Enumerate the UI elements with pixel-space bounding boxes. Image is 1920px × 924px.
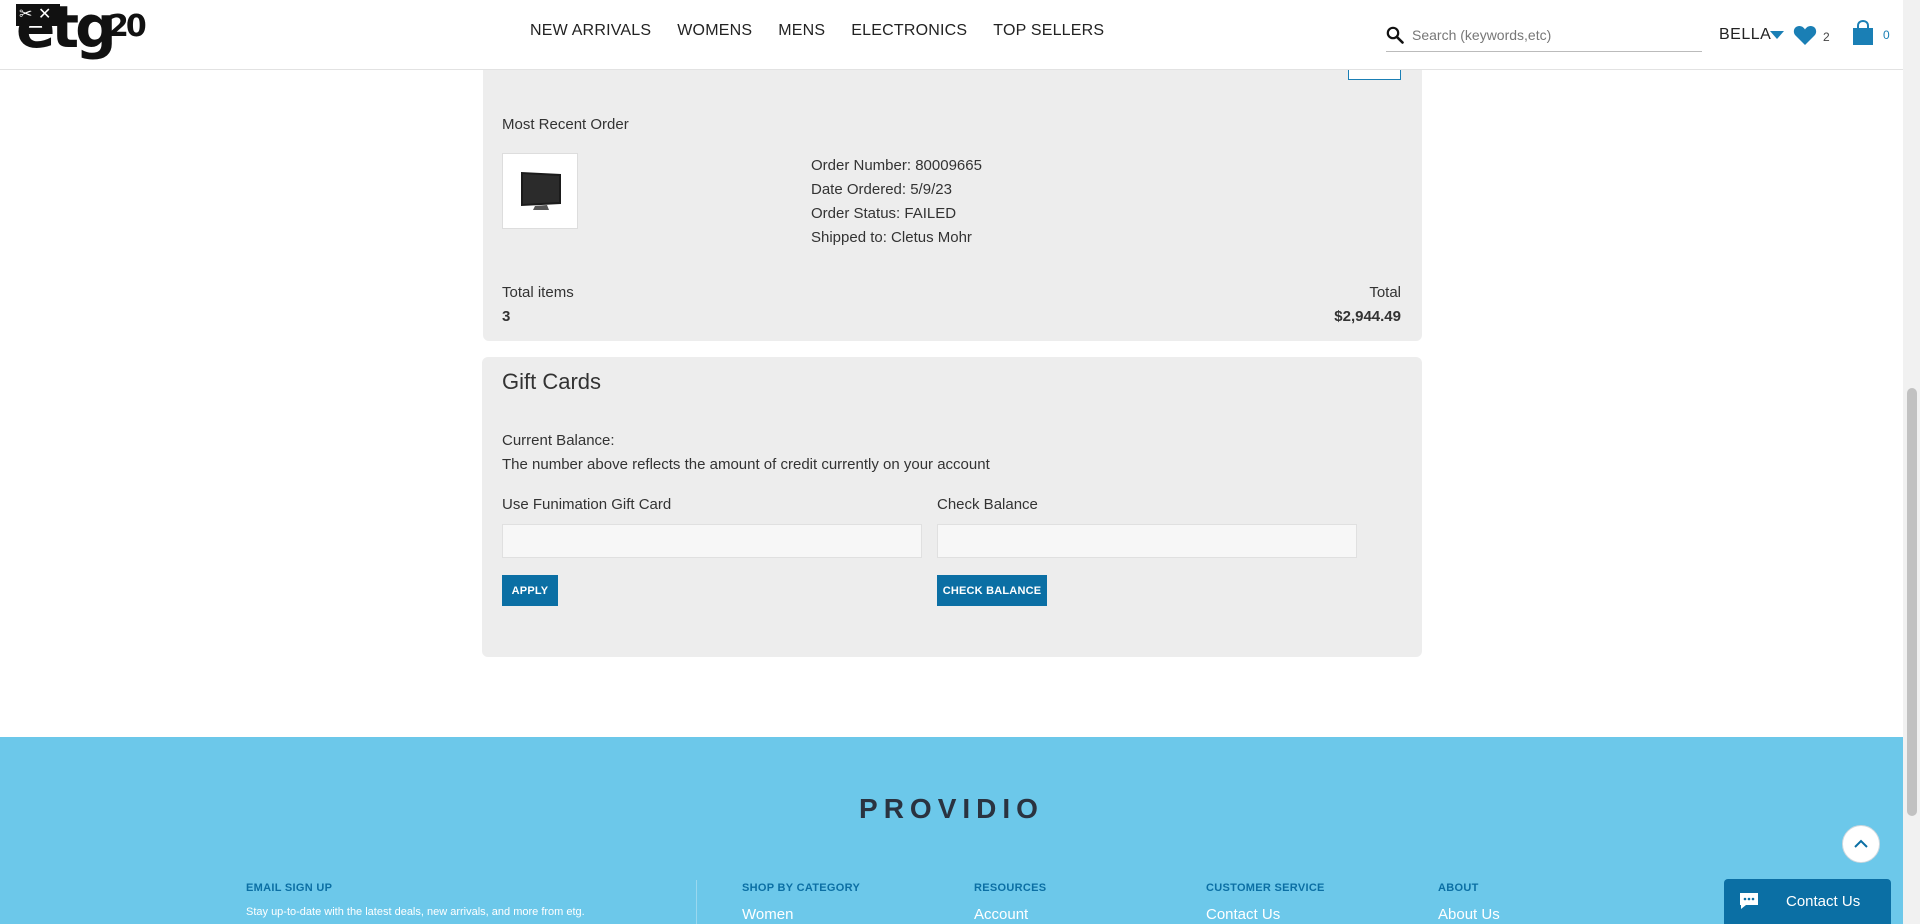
- devtools-icon[interactable]: ✂ ✕: [16, 4, 60, 26]
- footer-link-contact-us[interactable]: Contact Us: [1206, 906, 1280, 923]
- footer-link-account[interactable]: Account: [974, 906, 1028, 923]
- footer-divider: [696, 880, 697, 924]
- back-to-top-button[interactable]: [1842, 825, 1880, 863]
- footer-heading-shop: SHOP BY CATEGORY: [742, 882, 861, 894]
- chevron-down-icon[interactable]: [1770, 31, 1784, 39]
- nav-electronics[interactable]: ELECTRONICS: [851, 22, 967, 40]
- email-signup-heading: EMAIL SIGN UP: [246, 882, 333, 894]
- wishlist-count: 2: [1823, 30, 1830, 44]
- apply-button[interactable]: APPLY: [502, 575, 558, 606]
- check-balance-label: Check Balance: [937, 496, 1038, 513]
- email-signup-text: Stay up-to-date with the latest deals, n…: [246, 906, 585, 918]
- gift-card-code-input[interactable]: [502, 524, 922, 558]
- footer-heading-about: ABOUT: [1438, 882, 1479, 894]
- nav-womens[interactable]: WOMENS: [677, 22, 752, 40]
- search-input[interactable]: [1412, 24, 1692, 46]
- scrollbar-thumb[interactable]: [1907, 388, 1917, 816]
- account-name[interactable]: BELLA: [1719, 26, 1771, 44]
- chevron-up-icon: [1854, 839, 1868, 848]
- check-balance-button[interactable]: CHECK BALANCE: [937, 575, 1047, 606]
- order-details: Order Number: 80009665 Date Ordered: 5/9…: [811, 154, 982, 250]
- footer-link-women[interactable]: Women: [742, 906, 793, 923]
- tv-icon: [521, 172, 561, 210]
- heart-icon[interactable]: [1793, 24, 1817, 46]
- order-product-image[interactable]: [502, 153, 578, 229]
- chat-icon: [1740, 893, 1758, 909]
- footer-heading-resources: RESOURCES: [974, 882, 1047, 894]
- footer-link-about-us[interactable]: About Us: [1438, 906, 1500, 923]
- use-gift-card-label: Use Funimation Gift Card: [502, 496, 672, 513]
- cart-count: 0: [1883, 28, 1890, 42]
- balance-description: The number above reflects the amount of …: [502, 456, 990, 473]
- site-header: etg 20 ✂ ✕ NEW ARRIVALS WOMENS MENS ELECT…: [0, 0, 1903, 70]
- order-status: Order Status: FAILED: [811, 205, 957, 222]
- order-total-value: $2,944.49: [1334, 308, 1401, 325]
- contact-us-chat-button[interactable]: Contact Us: [1724, 879, 1891, 924]
- footer-brand: PROVIDIO: [859, 793, 1044, 824]
- most-recent-order-label: Most Recent Order: [502, 116, 629, 133]
- search-icon[interactable]: [1386, 26, 1404, 44]
- page-scrollbar[interactable]: [1903, 0, 1920, 924]
- contact-us-label: Contact Us: [1786, 893, 1861, 910]
- main-nav: NEW ARRIVALS WOMENS MENS ELECTRONICS TOP…: [530, 22, 1130, 40]
- site-footer: [0, 737, 1903, 924]
- order-total-label: Total: [1369, 284, 1401, 301]
- site-logo[interactable]: etg 20 ✂ ✕: [16, 0, 156, 66]
- nav-top-sellers[interactable]: TOP SELLERS: [993, 22, 1104, 40]
- current-balance-label: Current Balance:: [502, 432, 615, 449]
- order-number: Order Number: 80009665: [811, 157, 982, 174]
- nav-mens[interactable]: MENS: [778, 22, 825, 40]
- check-balance-input[interactable]: [937, 524, 1357, 558]
- logo-badge: 20: [108, 9, 147, 44]
- search-bar: [1386, 22, 1702, 52]
- gift-cards-title: Gift Cards: [502, 369, 602, 394]
- shopping-bag-icon[interactable]: [1851, 20, 1875, 46]
- total-items-label: Total items: [502, 284, 574, 301]
- footer-heading-customer-service: CUSTOMER SERVICE: [1206, 882, 1325, 894]
- shipped-to: Shipped to: Cletus Mohr: [811, 229, 972, 246]
- nav-new-arrivals[interactable]: NEW ARRIVALS: [530, 22, 651, 40]
- date-ordered: Date Ordered: 5/9/23: [811, 181, 952, 198]
- total-items-value: 3: [502, 308, 511, 325]
